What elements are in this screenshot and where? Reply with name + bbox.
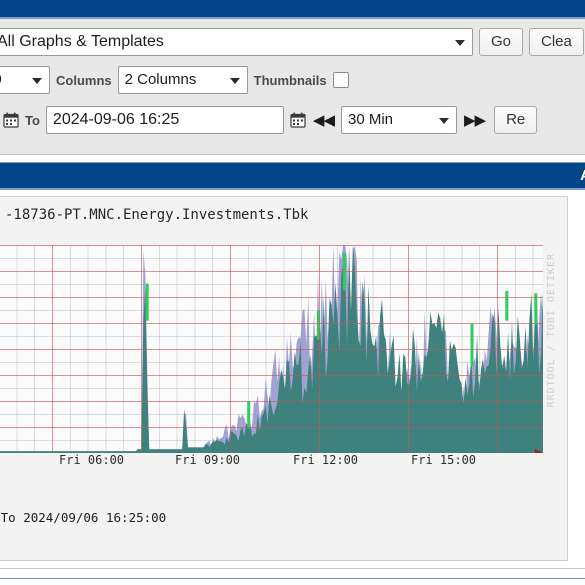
legend-spacer <box>0 560 563 561</box>
clear-button[interactable]: Clea <box>529 28 584 56</box>
section-header-text: A <box>580 167 585 184</box>
date-to-input[interactable]: 2024-09-06 16:25 <box>45 106 284 134</box>
columns-select-value: 2 Columns <box>124 71 197 88</box>
date-to-value: 2024-09-06 16:25 <box>52 111 180 128</box>
x-tick-label: Fri 06:00 <box>59 453 125 467</box>
graph-legend: 5:00 To 2024/09/06 16:25:00 Maximum: 99.… <box>0 475 563 561</box>
go-button[interactable]: Go <box>479 28 524 56</box>
refresh-button[interactable]: Re <box>494 106 538 134</box>
x-tick-label: Fri 12:00 <box>293 453 359 467</box>
graph-filter-panel: All Graphs & Templates Go Clea 10 Column… <box>0 19 585 155</box>
graph-plot-area[interactable] <box>0 245 543 453</box>
calendar-icon-2[interactable] <box>290 112 306 128</box>
series-spike-accent <box>247 401 251 429</box>
series-spike-accent <box>145 283 149 321</box>
chevron-down-icon <box>229 78 240 84</box>
thumbnails-checkbox[interactable] <box>332 72 349 88</box>
series-area-inbound <box>0 245 543 453</box>
time-interval-value: 30 Min <box>348 111 394 128</box>
graph-title: -18736-PT.MNC.Energy.Investments.Tbk <box>5 207 309 223</box>
rrdtool-watermark: RRDTOOL / TOBI OETIKER <box>546 253 557 408</box>
thumbnails-label: Thumbnails <box>253 72 327 88</box>
series-spike-accent <box>316 310 320 340</box>
series-spike-accent <box>505 290 509 321</box>
legend-daterange: 5:00 To 2024/09/06 16:25:00 <box>0 510 167 525</box>
cacti-graph-page: All Graphs & Templates Go Clea 10 Column… <box>0 0 585 585</box>
to-label: To <box>25 112 40 128</box>
graph-template-select-value: All Graphs & Templates <box>0 33 164 50</box>
rows-per-page-select[interactable]: 10 <box>0 66 50 94</box>
shift-backward-icon[interactable]: ◀◀ <box>312 113 335 128</box>
filter-row-template: All Graphs & Templates Go Clea <box>0 28 585 56</box>
shift-forward-icon[interactable]: ▶▶ <box>463 113 486 128</box>
bottom-blue-strip <box>0 578 585 585</box>
chevron-down-icon <box>439 118 449 124</box>
columns-label: Columns <box>56 72 112 88</box>
x-tick-label: Fri 15:00 <box>411 453 477 467</box>
graph-series-canvas <box>0 245 543 453</box>
section-header-bar: A <box>0 162 585 190</box>
x-tick-label: Fri 09:00 <box>175 453 241 467</box>
columns-select[interactable]: 2 Columns <box>117 66 248 94</box>
filter-row-layout: 10 Columns 2 Columns Thumbnails <box>0 66 585 94</box>
bottom-divider <box>0 568 585 569</box>
chevron-down-icon <box>455 40 465 46</box>
filter-row-daterange: To 2024-09-06 16:25 ◀◀ 30 Min ▶▶ Re <box>0 105 585 135</box>
graph-template-select[interactable]: All Graphs & Templates <box>0 28 473 56</box>
time-interval-select[interactable]: 30 Min <box>341 106 457 134</box>
series-spike-accent <box>534 293 538 325</box>
top-header-bar <box>0 0 585 19</box>
series-spike-accent <box>342 252 346 291</box>
calendar-icon[interactable] <box>3 112 19 128</box>
series-spike-accent <box>470 323 474 366</box>
graph-card[interactable]: -18736-PT.MNC.Energy.Investments.Tbk RRD… <box>0 196 568 561</box>
rows-per-page-value: 10 <box>0 67 2 93</box>
x-axis-tick-labels: 03:00Fri 06:00Fri 09:00Fri 12:00Fri 15:0… <box>0 453 543 471</box>
chevron-down-icon <box>32 78 42 84</box>
